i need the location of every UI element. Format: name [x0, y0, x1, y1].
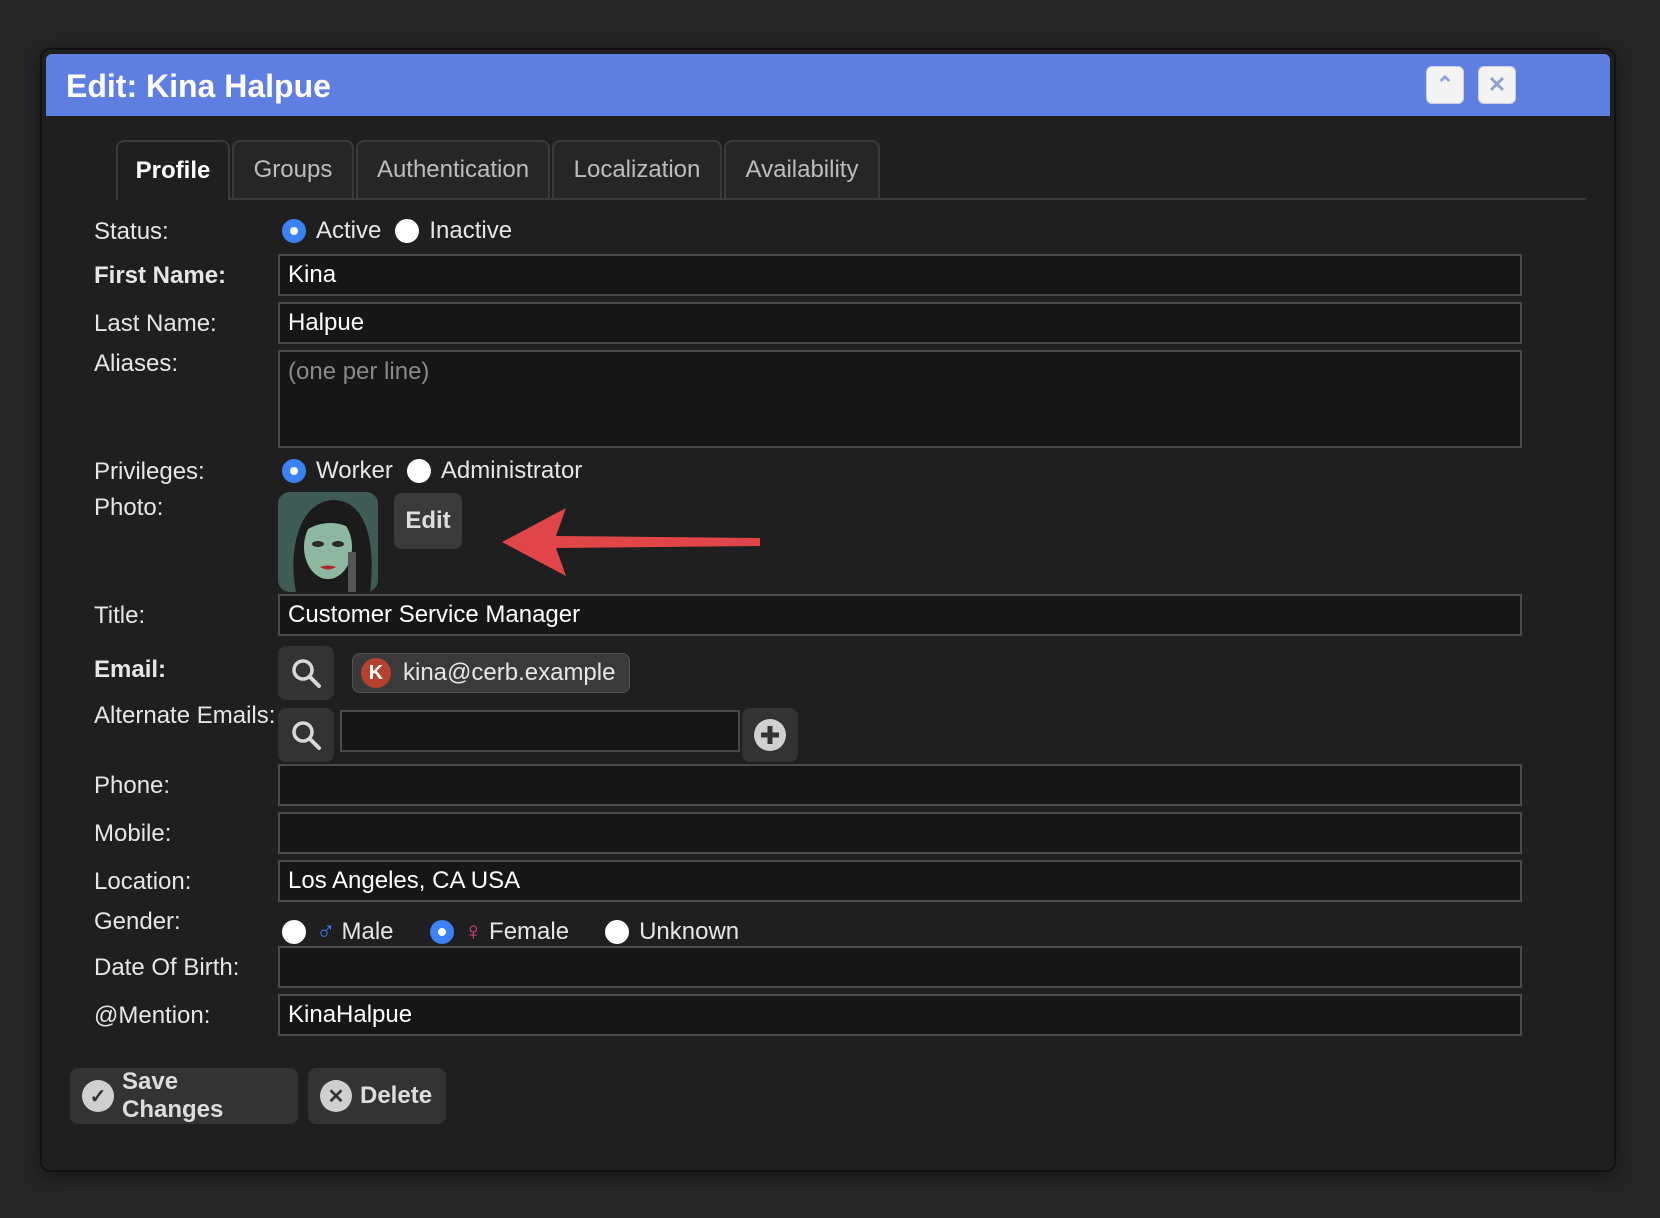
add-alternate-email-button[interactable] [742, 708, 798, 762]
email-search-button[interactable] [278, 646, 334, 700]
status-active-label: Active [316, 217, 382, 244]
aliases-textarea[interactable] [278, 350, 1522, 448]
alternate-email-search-button[interactable] [278, 708, 334, 762]
tab-bar: Profile Groups Authentication Localizati… [116, 140, 1586, 200]
location-label: Location: [94, 868, 192, 895]
privileges-radio-group: Worker Administrator [282, 457, 596, 485]
chevron-up-icon: ⌃ [1435, 72, 1455, 97]
title-field[interactable] [278, 594, 1522, 636]
phone-label: Phone: [94, 772, 171, 799]
x-circle-icon: ✕ [320, 1080, 352, 1112]
privileges-admin-radio[interactable] [406, 459, 431, 483]
last-name-field[interactable] [278, 302, 1522, 344]
gender-female-label: Female [489, 917, 570, 945]
search-icon [292, 721, 321, 750]
tab-groups[interactable]: Groups [232, 140, 354, 198]
mention-field[interactable] [278, 994, 1522, 1036]
gender-unknown-label: Unknown [639, 917, 740, 945]
privileges-worker-radio[interactable] [282, 459, 306, 483]
gender-unknown-radio[interactable] [605, 919, 630, 944]
check-circle-icon: ✓ [82, 1080, 114, 1112]
tab-profile[interactable]: Profile [116, 140, 230, 200]
location-field[interactable] [278, 860, 1522, 902]
save-changes-label: Save Changes [121, 1068, 224, 1123]
tab-authentication[interactable]: Authentication [356, 140, 550, 198]
gender-male-radio[interactable] [282, 919, 306, 944]
alternate-emails-label: Alternate Emails: [94, 702, 276, 729]
annotation-arrow-icon [502, 508, 760, 576]
dob-label: Date Of Birth: [94, 954, 240, 981]
mention-label: @Mention: [94, 1002, 211, 1029]
aliases-label: Aliases: [94, 350, 179, 377]
edit-worker-dialog: Edit: Kina Halpue ⌃ ✕ Profile Groups Aut… [42, 50, 1614, 1170]
status-inactive-radio[interactable] [395, 219, 420, 243]
gender-female-radio[interactable] [429, 919, 454, 944]
status-active-radio[interactable] [282, 219, 306, 243]
first-name-label: First Name: [94, 262, 227, 289]
email-avatar: K [361, 658, 391, 688]
privileges-admin-label: Administrator [440, 457, 583, 484]
female-icon: ♀ [463, 916, 484, 946]
privileges-worker-label: Worker [316, 457, 393, 484]
alternate-email-input[interactable] [340, 710, 740, 752]
photo-edit-button[interactable]: Edit [394, 493, 462, 549]
privileges-label: Privileges: [94, 458, 205, 485]
status-inactive-label: Inactive [429, 217, 513, 244]
avatar [278, 492, 378, 592]
email-chip[interactable]: K kina@cerb.example [352, 653, 631, 693]
close-button[interactable]: ✕ [1478, 66, 1516, 104]
plus-circle-icon [754, 719, 786, 751]
mobile-field[interactable] [278, 812, 1522, 854]
status-label: Status: [94, 218, 169, 245]
collapse-button[interactable]: ⌃ [1426, 66, 1464, 104]
save-changes-button[interactable]: ✓ Save Changes [70, 1068, 298, 1124]
male-icon: ♂ [316, 916, 336, 946]
gender-radio-group: ♂ Male ♀ Female Unknown [282, 916, 753, 947]
email-label: Email: [94, 656, 167, 683]
dob-field[interactable] [278, 946, 1522, 988]
photo-label: Photo: [94, 494, 164, 521]
title-label: Title: [94, 602, 146, 629]
tab-availability[interactable]: Availability [724, 140, 880, 198]
close-icon: ✕ [1487, 72, 1507, 97]
phone-field[interactable] [278, 764, 1522, 806]
status-radio-group: Active Inactive [282, 217, 526, 245]
tab-localization[interactable]: Localization [552, 140, 722, 198]
email-chip-label: kina@cerb.example [403, 659, 616, 686]
search-icon [292, 659, 321, 688]
dialog-titlebar: Edit: Kina Halpue ⌃ ✕ [46, 54, 1610, 116]
delete-button[interactable]: ✕ Delete [308, 1068, 446, 1124]
delete-label: Delete [360, 1082, 433, 1109]
dialog-title: Edit: Kina Halpue [66, 68, 331, 104]
first-name-field[interactable] [278, 254, 1522, 296]
last-name-label: Last Name: [94, 310, 217, 337]
mobile-label: Mobile: [94, 820, 172, 847]
gender-male-label: Male [341, 917, 394, 945]
gender-label: Gender: [94, 908, 181, 935]
